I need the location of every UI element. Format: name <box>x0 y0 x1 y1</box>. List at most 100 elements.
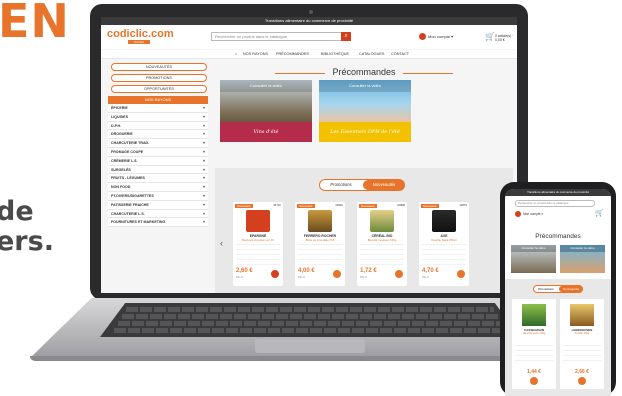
product-info-grid <box>515 341 553 365</box>
account-icon[interactable] <box>419 33 426 40</box>
product-desc: Boîte de chocolats T16 <box>305 238 335 242</box>
search-button[interactable]: ⌕ <box>341 32 351 41</box>
product-price: 2,60 € <box>236 268 253 274</box>
home-icon[interactable]: ⌂ <box>235 50 237 59</box>
add-to-cart-button[interactable] <box>333 270 341 278</box>
category-item[interactable]: ÉPICERIE <box>108 104 208 113</box>
nav-item-contact[interactable]: CONTACT <box>391 50 409 59</box>
product-code: 0471K <box>273 204 281 207</box>
cart-icon[interactable]: 🛒 <box>485 32 495 41</box>
phone-product-card[interactable]: LEBERHUSEN Knödel 400g 2,66 € <box>560 299 604 389</box>
sidebar-pill-promotions[interactable]: PROMOTIONS <box>111 74 207 82</box>
new-badge: Nouveauté <box>297 204 315 208</box>
new-badge: Nouveauté <box>235 204 253 208</box>
phone-precommandes-title: Précommandes <box>535 233 581 240</box>
phone-products-section: Promotions Nouveautés CASSEGRAIN Haricot… <box>505 279 611 396</box>
phone-search-input[interactable]: Rechercher un produit dans le catalogue <box>515 200 595 207</box>
category-item[interactable]: LIQUIDES <box>108 112 208 122</box>
phone-tab-nouveautes[interactable]: Nouveautés <box>559 286 583 292</box>
product-image <box>522 304 546 326</box>
product-unit: Prix U <box>422 276 430 279</box>
phone-account-menu[interactable]: Mon compte ▾ <box>523 212 543 216</box>
category-item[interactable]: NON FOOD <box>108 183 208 192</box>
product-image <box>246 210 270 232</box>
nav-item-rayons[interactable]: NOS RAYONS <box>243 50 268 59</box>
category-item[interactable]: FROMAGE COUPE <box>108 147 208 157</box>
phone-banner-1[interactable]: Consulter la vidéo <box>511 245 556 273</box>
product-price: 2,66 € <box>575 369 589 375</box>
product-code: 1287S <box>459 204 467 207</box>
product-desc: Douche black 250ml <box>431 238 457 242</box>
phone-product-card[interactable]: CASSEGRAIN Haricots verts 200g 1,44 € <box>512 299 556 389</box>
phone-announcement-bar: Transitions alimentaire du commerce de p… <box>505 189 611 196</box>
nav-item-bibliotheque[interactable]: BIBLIOTHÈQUE <box>321 50 349 59</box>
nav-item-catalogues[interactable]: CATALOGUES <box>359 50 384 59</box>
site-header: codiclic.com Société Rechercher un produ… <box>101 25 517 49</box>
product-image <box>432 210 456 232</box>
category-item[interactable]: PATISSERIE FRAICHE <box>108 200 208 210</box>
add-to-cart-button[interactable] <box>457 270 465 278</box>
tab-nouveautes[interactable]: Nouveautés <box>363 180 405 190</box>
search-input[interactable]: Rechercher un produit dans le catalogue <box>211 32 351 41</box>
phone-cart-icon[interactable]: 🛒 <box>595 209 604 217</box>
category-item[interactable]: CRÈMERIE L.S. <box>108 156 208 166</box>
nav-item-precommandes[interactable]: PRÉCOMMANDES <box>276 50 309 59</box>
category-item[interactable]: FOURNITURES ET MARKETING <box>108 218 208 228</box>
logo-subtitle: Société <box>128 40 150 44</box>
add-to-cart-button[interactable] <box>395 270 403 278</box>
site-logo[interactable]: codiclic.com <box>107 28 174 40</box>
product-unit: Prix U <box>236 276 244 279</box>
precommandes-title: Précommandes <box>332 67 396 77</box>
add-to-cart-button[interactable] <box>530 377 538 385</box>
sidebar-pill-opportunites[interactable]: OPPORTUNITÉS <box>111 85 207 93</box>
product-price: 1,44 € <box>527 369 541 375</box>
banner-video-link[interactable]: Consulter la vidéo <box>319 80 411 92</box>
promo-toggle[interactable]: Promotions Nouveautés <box>319 179 405 191</box>
product-image <box>570 304 594 326</box>
product-desc: Biscuits moelleux 150g <box>367 238 397 242</box>
category-item[interactable]: CHARCUTERIE TRAD. <box>108 139 208 148</box>
cart-summary[interactable]: 0 article(s) · 0,00 € <box>495 34 517 42</box>
category-item[interactable]: PT.DIVERS/DIGARETTES <box>108 191 208 201</box>
category-item[interactable]: SURGELÉS <box>108 165 208 175</box>
webcam-icon <box>309 10 313 14</box>
product-info-grid <box>563 341 601 365</box>
phone-banner-2[interactable]: Consulter la vidéo <box>560 245 605 273</box>
banner-essentiels-dph[interactable]: Consulter la vidéo Les Essentiels DPH de… <box>319 80 411 142</box>
category-item[interactable]: FRUITS - LÉGUMES <box>108 174 208 184</box>
add-to-cart-button[interactable] <box>271 270 279 278</box>
phone-promo-toggle[interactable]: Promotions Nouveautés <box>533 285 583 293</box>
product-price: 4,70 € <box>422 268 439 274</box>
product-card[interactable]: Nouveauté 0198M CÉRÉAL BIO Biscuits moel… <box>357 202 407 286</box>
product-unit: Prix U <box>360 276 368 279</box>
product-price: 1,72 € <box>360 268 377 274</box>
product-image <box>308 210 332 232</box>
product-card[interactable]: Nouveauté 0391K FERRERO ROCHER Boîte de … <box>295 202 345 286</box>
laptop-keyboard <box>100 303 520 337</box>
category-item[interactable]: D.P.H. <box>108 121 208 131</box>
products-section: Promotions Nouveautés ‹ › Nouveauté 0471… <box>215 168 513 293</box>
phone-banner-video-link[interactable]: Consulter la vidéo <box>511 245 556 252</box>
product-desc: Bonbons chocolat noir 10 <box>242 238 274 242</box>
tab-promotions[interactable]: Promotions <box>320 180 362 190</box>
banner-video-link[interactable]: Consulter la vidéo <box>220 80 312 92</box>
laptop-trackpad <box>255 339 365 353</box>
phone-account-icon[interactable] <box>515 211 521 217</box>
category-item[interactable]: DROGUERIE <box>108 130 208 140</box>
banner-vins-ete[interactable]: Consulter la vidéo Vins d'été <box>220 80 312 142</box>
account-menu[interactable]: Mon compte ▾ <box>428 34 453 39</box>
add-to-cart-button[interactable] <box>578 377 586 385</box>
product-card[interactable]: Nouveauté 0471K EPARGNE Bonbons chocolat… <box>233 202 283 286</box>
phone-banner-video-link[interactable]: Consulter la vidéo <box>560 245 605 252</box>
new-badge: Nouveauté <box>421 204 439 208</box>
phone-screen: Transitions alimentaire du commerce de p… <box>505 189 611 396</box>
sidebar-pill-nouveautes[interactable]: NOUVEAUTÉS <box>111 63 207 71</box>
category-item[interactable]: CHARCUTERIE L.S. <box>108 209 208 219</box>
divider <box>403 73 453 74</box>
product-card[interactable]: Nouveauté 1287S AXE Douche black 250ml 4… <box>419 202 469 286</box>
laptop-screen: Transitions alimentaire du commerce de p… <box>101 17 517 293</box>
carousel-prev-icon[interactable]: ‹ <box>220 238 223 248</box>
sidebar: NOUVEAUTÉS PROMOTIONS OPPORTUNITÉS NOS R… <box>108 63 210 293</box>
product-code: 0391K <box>335 204 343 207</box>
phone-tab-promotions[interactable]: Promotions <box>534 286 558 292</box>
